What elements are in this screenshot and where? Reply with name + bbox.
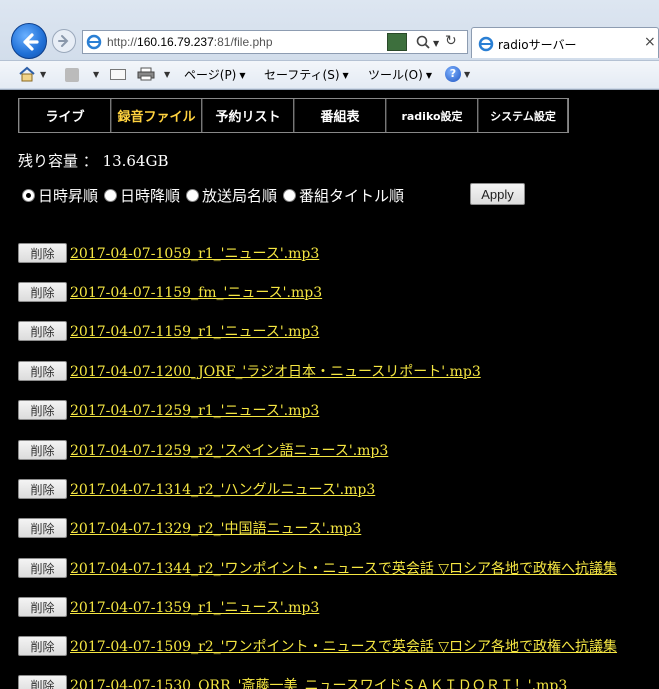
radio-title[interactable] [283, 189, 297, 202]
radio-date-desc[interactable] [104, 189, 118, 202]
delete-button[interactable]: 削除 [18, 400, 67, 420]
list-item: 削除 2017-04-07-1159_r1_'ニュース'.mp3 [18, 320, 319, 342]
command-bar: ▼ ▼ ▼ ページ(P) ▼ セーフティ(S) ▼ ツール(O) ▼ ? ▼ [0, 60, 659, 88]
refresh-icon[interactable]: ↻ [445, 33, 457, 49]
list-item: 削除 2017-04-07-1359_r1_'ニュース'.mp3 [18, 596, 319, 618]
home-icon[interactable] [18, 66, 36, 82]
print-icon[interactable] [137, 67, 155, 81]
back-button[interactable] [11, 23, 47, 59]
delete-button[interactable]: 削除 [18, 479, 67, 499]
forward-button[interactable] [52, 29, 76, 53]
list-item: 削除 2017-04-07-1344_r2_'ワンポイント・ニュースで英会話 ▽… [18, 557, 617, 579]
list-item: 削除 2017-04-07-1329_r2_'中国語ニュース'.mp3 [18, 517, 361, 539]
delete-button[interactable]: 削除 [18, 675, 67, 689]
menu-item-recorded-files[interactable]: 録音ファイル [111, 99, 202, 132]
radio-date-asc[interactable] [22, 189, 35, 202]
dropdown-caret-icon[interactable]: ▼ [433, 39, 439, 48]
file-link[interactable]: 2017-04-07-1314_r2_'ハングルニュース'.mp3 [70, 479, 375, 499]
close-icon[interactable]: × [644, 34, 656, 50]
arrow-right-icon [58, 35, 69, 47]
help-icon[interactable]: ? [445, 66, 461, 82]
safety-menu[interactable]: セーフティ(S) ▼ [264, 66, 349, 83]
ie-icon [86, 34, 102, 50]
delete-button[interactable]: 削除 [18, 361, 67, 381]
page-content: ライブ 録音ファイル 予約リスト 番組表 radiko設定 システム設定 残り容… [0, 91, 659, 689]
rss-dropdown-icon[interactable]: ▼ [93, 70, 99, 79]
list-item: 削除 2017-04-07-1159_fm_'ニュース'.mp3 [18, 281, 322, 303]
delete-button[interactable]: 削除 [18, 597, 67, 617]
delete-button[interactable]: 削除 [18, 636, 67, 656]
file-link[interactable]: 2017-04-07-1359_r1_'ニュース'.mp3 [70, 597, 319, 617]
list-item: 削除 2017-04-07-1259_r2_'スペイン語ニュース'.mp3 [18, 439, 388, 461]
compatibility-view-icon[interactable] [387, 33, 407, 51]
delete-button[interactable]: 削除 [18, 321, 67, 341]
list-item: 削除 2017-04-07-1314_r2_'ハングルニュース'.mp3 [18, 478, 375, 500]
search-icon[interactable] [415, 34, 431, 50]
menu-item-program-guide[interactable]: 番組表 [294, 99, 386, 132]
arrow-left-icon [23, 33, 39, 51]
menu-item-live[interactable]: ライブ [19, 99, 111, 132]
help-dropdown-icon[interactable]: ▼ [464, 70, 470, 79]
file-link[interactable]: 2017-04-07-1509_r2_'ワンポイント・ニュースで英会話 ▽ロシア… [70, 636, 617, 656]
list-item: 削除 2017-04-07-1200_JORF_'ラジオ日本・ニュースリポート'… [18, 360, 481, 382]
list-item: 削除 2017-04-07-1059_r1_'ニュース'.mp3 [18, 242, 319, 264]
sort-option-title[interactable]: 番組タイトル順 [283, 185, 404, 206]
remaining-capacity: 残り容量 ： 13.64GB [18, 152, 169, 170]
delete-button[interactable]: 削除 [18, 440, 67, 460]
browser-nav-row: http://160.16.79.237:81/file.php ▼ ↻ rad… [0, 0, 659, 59]
file-link[interactable]: 2017-04-07-1159_fm_'ニュース'.mp3 [70, 282, 322, 302]
delete-button[interactable]: 削除 [18, 282, 67, 302]
delete-button[interactable]: 削除 [18, 558, 67, 578]
file-link[interactable]: 2017-04-07-1200_JORF_'ラジオ日本・ニュースリポート'.mp… [70, 361, 481, 381]
file-link[interactable]: 2017-04-07-1344_r2_'ワンポイント・ニュースで英会話 ▽ロシア… [70, 558, 617, 578]
address-url: http://160.16.79.237:81/file.php [107, 35, 273, 49]
file-link[interactable]: 2017-04-07-1259_r2_'スペイン語ニュース'.mp3 [70, 440, 388, 460]
list-item: 削除 2017-04-07-1509_r2_'ワンポイント・ニュースで英会話 ▽… [18, 635, 617, 657]
print-dropdown-icon[interactable]: ▼ [164, 70, 170, 79]
menu-item-reservation-list[interactable]: 予約リスト [202, 99, 294, 132]
menu-item-system-settings[interactable]: システム設定 [478, 99, 568, 132]
mail-icon[interactable] [110, 69, 126, 80]
file-link[interactable]: 2017-04-07-1530_QRR_'斎藤一美_ニュースワイドＳＡＫＩＤＯＲ… [70, 675, 567, 689]
sort-option-station[interactable]: 放送局名順 [186, 185, 277, 206]
sort-option-date-asc[interactable]: 日時昇順 [22, 185, 98, 206]
menu-item-radiko-settings[interactable]: radiko設定 [386, 99, 478, 132]
file-link[interactable]: 2017-04-07-1159_r1_'ニュース'.mp3 [70, 321, 319, 341]
main-menu: ライブ 録音ファイル 予約リスト 番組表 radiko設定 システム設定 [18, 98, 569, 133]
page-menu[interactable]: ページ(P) ▼ [184, 66, 246, 83]
sort-options: 日時昇順 日時降順 放送局名順 番組タイトル順 [22, 185, 410, 206]
list-item: 削除 2017-04-07-1530_QRR_'斎藤一美_ニュースワイドＳＡＫＩ… [18, 674, 567, 689]
browser-tab[interactable]: radioサーバー × [471, 27, 659, 58]
file-link[interactable]: 2017-04-07-1329_r2_'中国語ニュース'.mp3 [70, 518, 361, 538]
apply-button[interactable]: Apply [470, 183, 525, 205]
tab-title: radioサーバー [498, 38, 577, 52]
sort-option-date-desc[interactable]: 日時降順 [104, 185, 180, 206]
delete-button[interactable]: 削除 [18, 243, 67, 263]
rss-icon[interactable] [65, 68, 79, 82]
tools-menu[interactable]: ツール(O) ▼ [368, 66, 432, 83]
file-link[interactable]: 2017-04-07-1059_r1_'ニュース'.mp3 [70, 243, 319, 263]
radio-station[interactable] [186, 189, 200, 202]
ie-icon [478, 36, 494, 52]
list-item: 削除 2017-04-07-1259_r1_'ニュース'.mp3 [18, 399, 319, 421]
browser-chrome: http://160.16.79.237:81/file.php ▼ ↻ rad… [0, 0, 659, 90]
file-link[interactable]: 2017-04-07-1259_r1_'ニュース'.mp3 [70, 400, 319, 420]
home-dropdown-icon[interactable]: ▼ [40, 70, 46, 79]
address-bar[interactable]: http://160.16.79.237:81/file.php ▼ ↻ [82, 30, 468, 54]
delete-button[interactable]: 削除 [18, 518, 67, 538]
